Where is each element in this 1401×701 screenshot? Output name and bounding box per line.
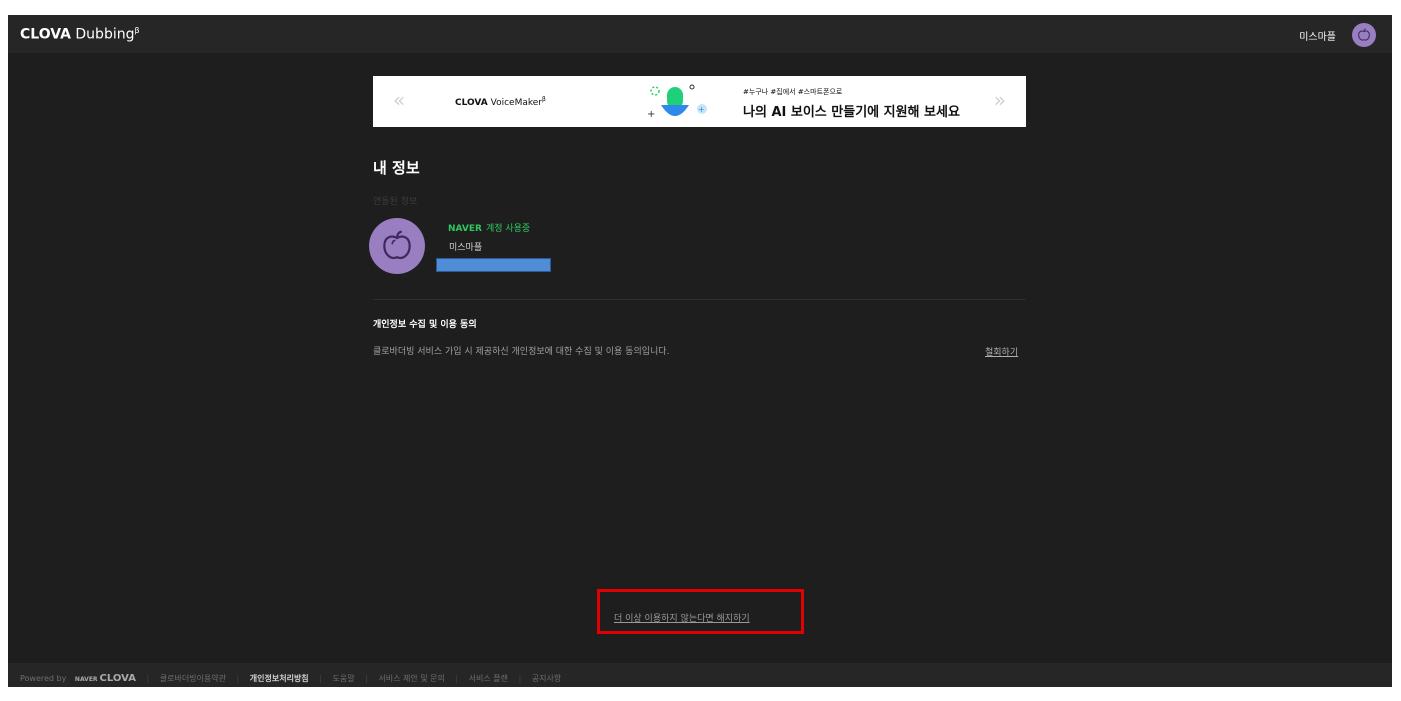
voicemaker-brand-main: CLOVA: [455, 98, 488, 108]
naver-status-text: 계정 사용중: [485, 224, 531, 234]
clova-dubbing-logo[interactable]: CLOVA Dubbingβ: [20, 26, 140, 43]
apple-icon: [383, 230, 411, 259]
banner-headline: 나의 AI 보이스 만들기에 지원해 보세요: [743, 105, 960, 120]
voicemaker-brand-sub: VoiceMaker: [490, 98, 542, 108]
microphone-illustration-icon: + +: [647, 84, 707, 120]
naver-account-status: NAVER 계정 사용중: [448, 221, 530, 234]
cancel-membership-link[interactable]: 더 이상 이용하지 않는다면 해지하기: [614, 611, 750, 624]
voicemaker-brand-mark: β: [541, 96, 546, 103]
footer-separator: |: [455, 674, 459, 683]
consent-title: 개인정보 수집 및 이용 동의: [373, 320, 477, 330]
banner-tags: #누구나 #집에서 #스마트폰으로: [743, 88, 843, 96]
page-title: 내 정보: [373, 159, 420, 177]
withdraw-consent-link[interactable]: 철회하기: [985, 345, 1018, 358]
banner-prev-button[interactable]: «: [393, 88, 405, 112]
footer-notice-link[interactable]: 공지사항: [532, 673, 561, 684]
top-bar: CLOVA Dubbingβ 미스마플: [8, 15, 1392, 53]
svg-text:+: +: [647, 109, 655, 120]
footer-inquiry-link[interactable]: 서비스 제안 및 문의: [378, 673, 445, 684]
linked-info-label: 연동된 정보: [373, 197, 418, 207]
consent-description: 클로바더빙 서비스 가입 시 제공하신 개인정보에 대한 수집 및 이용 동의입…: [373, 347, 670, 357]
footer-clova-word: CLOVA: [99, 673, 136, 684]
footer-naver-word: NAVER: [74, 676, 98, 683]
banner-next-button[interactable]: »: [994, 88, 1006, 112]
footer-separator: |: [518, 674, 522, 683]
naver-clova-logo: NAVER CLOVA: [75, 673, 136, 684]
logo-mark: β: [134, 26, 140, 35]
footer-privacy-link[interactable]: 개인정보처리방침: [250, 673, 309, 684]
user-avatar[interactable]: [1352, 23, 1376, 47]
footer: Powered by NAVER CLOVA | 클로바더빙이용약관 | 개인정보…: [8, 663, 1392, 687]
footer-plans-link[interactable]: 서비스 플랜: [469, 673, 508, 684]
naver-brand: NAVER: [448, 224, 482, 234]
email-redacted: [436, 258, 551, 272]
footer-separator: |: [319, 674, 322, 683]
user-name[interactable]: 미스마플: [1299, 28, 1336, 43]
footer-separator: |: [146, 674, 150, 683]
apple-icon: [1358, 28, 1370, 41]
divider: [373, 299, 1026, 300]
app-window: CLOVA Dubbingβ 미스마플 « CLOVA VoiceMakerβ …: [8, 15, 1392, 687]
promo-banner[interactable]: « CLOVA VoiceMakerβ + + #누구나 #집에서 #스마트폰으…: [373, 76, 1026, 127]
profile-name: 미스마플: [449, 243, 483, 253]
powered-by-text: Powered by: [20, 674, 67, 683]
logo-sub: Dubbing: [75, 26, 135, 43]
footer-separator: |: [236, 674, 240, 683]
logo-main: CLOVA: [20, 26, 71, 43]
footer-help-link[interactable]: 도움말: [332, 673, 354, 684]
voicemaker-logo: CLOVA VoiceMakerβ: [455, 96, 546, 108]
svg-text:+: +: [698, 105, 705, 114]
footer-separator: |: [365, 674, 368, 683]
profile-avatar: [369, 218, 425, 274]
footer-terms-link[interactable]: 클로바더빙이용약관: [160, 673, 226, 684]
